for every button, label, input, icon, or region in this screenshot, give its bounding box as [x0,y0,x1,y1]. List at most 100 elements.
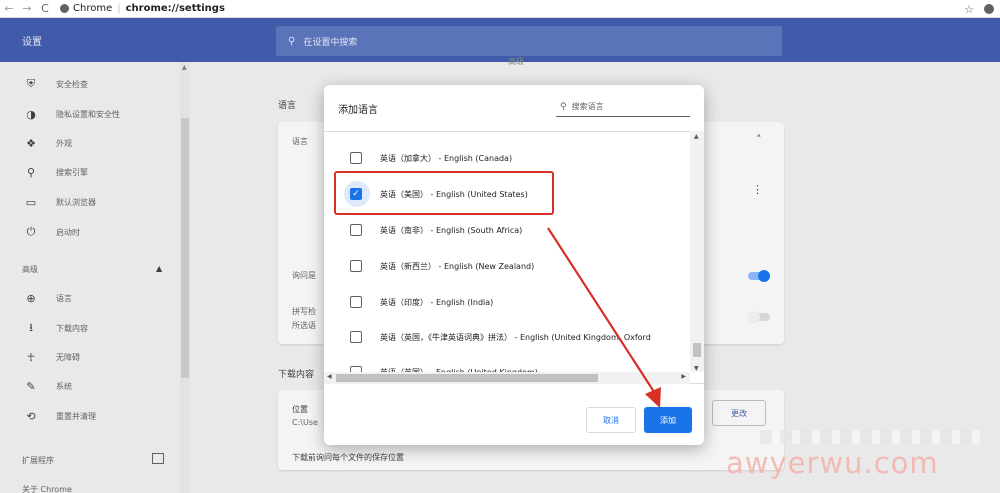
address-origin: Chrome [73,3,113,14]
checkbox[interactable] [350,260,362,272]
list-item[interactable]: 英语（新西兰） - English (New Zealand) [324,248,690,284]
sidebar-item-downloads[interactable]: ⭳ 下载内容 [0,314,180,342]
search-icon: ⚲ [560,101,567,112]
ask-where-label: 下载前询问每个文件的保存位置 [292,453,404,462]
chevron-up-icon[interactable]: ▲ [156,264,162,273]
spellcheck-toggle[interactable] [748,311,770,323]
checkbox[interactable] [350,152,362,164]
language-list-vscrollbar[interactable]: ▲ ▼ [690,131,704,372]
settings-search-placeholder: 在设置中搜索 [303,37,358,48]
forward-icon[interactable]: → [18,0,36,18]
power-icon: ⏻ [26,225,36,238]
sidebar-about-link[interactable]: 关于 Chrome [22,484,72,493]
sidebar-item-label: 外观 [56,138,72,148]
change-location-button[interactable]: 更改 [712,400,766,426]
language-card-label: 语言 [292,137,308,146]
profile-icon[interactable] [984,4,994,14]
vscroll-thumb[interactable] [693,343,701,357]
address-separator: | [117,3,121,14]
accessibility-icon: ☥ [26,350,36,364]
toolbar-right: ☆ [964,0,994,18]
sidebar-item-search-engine[interactable]: ⚲ 搜索引擎 [0,158,180,186]
sidebar-item-label: 搜索引擎 [56,167,88,177]
watermark: awyerwu.com [726,446,939,480]
watermark-blur [760,430,980,444]
shield-check-icon: ⛨ [26,77,36,90]
browser-icon: ▭ [25,195,37,209]
dialog-title: 添加语言 [338,105,378,116]
language-list[interactable]: 英语（加拿大） - English (Canada) ✓ 英语（美国） - En… [324,131,704,384]
checkbox[interactable] [350,296,362,308]
list-item[interactable]: 英语（南非） - English (South Africa) [324,212,690,248]
globe-icon: ⊕ [26,291,36,305]
translate-toggle[interactable] [748,270,770,282]
sidebar-item-reset[interactable]: ⟲ 重置并清理 [0,402,180,430]
address-url: chrome://settings [125,3,225,14]
scroll-down-icon[interactable]: ▼ [694,365,699,372]
sidebar-advanced-header[interactable]: 高级 [22,264,38,275]
annotation-highlight-box [334,171,554,215]
scroll-up-icon[interactable]: ▲ [182,64,187,71]
sidebar-item-languages[interactable]: ⊕ 语言 [0,284,180,312]
settings-header: 设置 ⚲ 在设置中搜索 [0,18,1000,62]
bookmark-star-icon[interactable]: ☆ [964,3,974,16]
back-icon[interactable]: ← [0,0,18,18]
cancel-button[interactable]: 取消 [586,407,636,433]
sidebar-item-default-browser[interactable]: ▭ 默认浏览器 [0,188,180,216]
sidebar-item-label: 语言 [56,293,72,303]
sidebar: ⛨ 安全检查 ◑ 隐私设置和安全性 ❖ 外观 ⚲ 搜索引擎 ▭ 默认浏览器 ⏻ … [0,62,180,493]
sidebar-item-label: 隐私设置和安全性 [56,109,120,119]
sidebar-item-on-startup[interactable]: ⏻ 启动时 [0,218,180,246]
more-vert-icon[interactable]: ⋮ [752,183,763,196]
restore-icon: ⟲ [26,409,36,423]
checkbox[interactable] [350,224,362,236]
location-value: C:\Use [292,418,318,427]
sidebar-item-safety-check[interactable]: ⛨ 安全检查 [0,70,180,98]
chevron-up-icon[interactable]: ˄ [756,133,762,146]
add-language-dialog: 添加语言 ⚲ 搜索语言 英语（加拿大） - English (Canada) ✓… [324,85,704,445]
search-icon: ⚲ [288,35,296,47]
sidebar-item-label: 启动时 [56,227,80,237]
open-in-new-icon[interactable] [152,453,164,464]
sidebar-extensions-link[interactable]: 扩展程序 [22,455,54,466]
spellcheck-label: 拼写检 [292,307,316,316]
settings-search-input[interactable]: ⚲ 在设置中搜索 [276,26,782,56]
scroll-up-icon[interactable]: ▲ [694,133,699,140]
sidebar-item-privacy[interactable]: ◑ 隐私设置和安全性 [0,100,180,128]
partial-heading: 高级 [508,57,524,66]
palette-icon: ❖ [26,136,36,150]
sidebar-item-label: 无障碍 [56,352,80,362]
language-list-hscrollbar[interactable]: ◀ ▶ [324,372,690,384]
language-label: 英语（英国，《牛津英语词典》拼法） - English (United King… [380,332,651,342]
sidebar-item-appearance[interactable]: ❖ 外观 [0,129,180,157]
sidebar-scrollbar[interactable]: ▲ [180,62,190,493]
checkbox[interactable] [350,331,362,343]
sidebar-item-system[interactable]: ✎ 系统 [0,372,180,400]
browser-toolbar: ← → C Chrome | chrome://settings ☆ [0,0,1000,18]
download-icon: ⭳ [29,320,33,334]
scroll-left-icon[interactable]: ◀ [327,373,332,380]
sidebar-item-label: 安全检查 [56,79,88,89]
language-search-placeholder: 搜索语言 [571,102,604,111]
scroll-right-icon[interactable]: ▶ [681,373,686,380]
sidebar-scroll-thumb[interactable] [181,118,189,378]
language-section-title: 语言 [278,101,297,111]
chrome-icon [60,4,69,13]
spellcheck-sublabel: 所选语 [292,321,316,330]
sidebar-item-label: 默认浏览器 [56,197,96,207]
reload-icon[interactable]: C [36,0,54,18]
language-label: 英语（南非） - English (South Africa) [380,225,523,235]
sidebar-item-accessibility[interactable]: ☥ 无障碍 [0,343,180,371]
page-title: 设置 [22,37,42,48]
sidebar-item-label: 系统 [56,381,72,391]
list-item[interactable]: 英语（英国，《牛津英语词典》拼法） - English (United King… [324,319,690,355]
list-item[interactable]: 英语（印度） - English (India) [324,284,690,320]
add-button[interactable]: 添加 [644,407,692,433]
sidebar-item-label: 重置并清理 [56,411,96,421]
address-bar[interactable]: Chrome | chrome://settings [60,1,225,17]
hscroll-thumb[interactable] [336,374,598,382]
language-label: 英语（加拿大） - English (Canada) [380,153,513,163]
language-search-input[interactable]: ⚲ 搜索语言 [556,97,690,117]
sidebar-item-label: 下载内容 [56,323,88,333]
downloads-section-title: 下载内容 [278,370,315,380]
